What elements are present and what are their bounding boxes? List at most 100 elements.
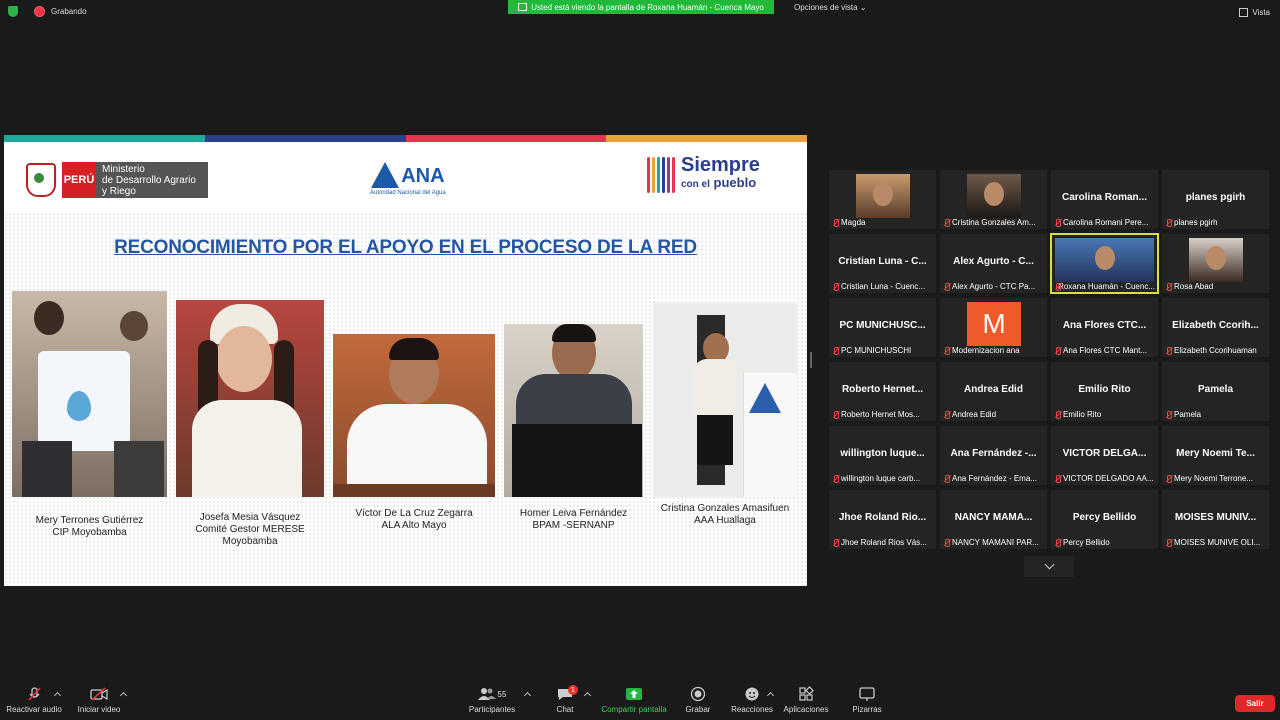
mic-muted-icon [944, 346, 950, 355]
participant-tile[interactable]: Roberto Hernet... Roberto Hernet Mos... [829, 362, 936, 421]
participant-name-label: Roberto Hernet Mos... [833, 410, 933, 419]
participant-name-label: Andrea Edid [944, 410, 1044, 419]
recording-indicator[interactable]: Grabando [8, 6, 87, 17]
color-stripes [4, 135, 807, 142]
participant-tile[interactable]: Alex Agurto - C... Alex Agurto - CTC Pa..… [940, 234, 1047, 293]
participant-display-name: Percy Bellido [1072, 512, 1137, 523]
gallery-next-page-button[interactable] [1024, 556, 1074, 577]
participant-tile[interactable]: Jhoe Roland Rio... Jhoe Roland Rios Vás..… [829, 490, 936, 549]
participant-name-text: willington luque carb... [841, 474, 921, 483]
peru-ministry-logo: PERÚ Ministerio de Desarrollo Agrario y … [26, 162, 208, 198]
participant-name-text: Roxana Huamán - Cuenc... [1058, 282, 1155, 291]
siempre-logo: Siempre con el pueblo [647, 155, 760, 194]
ana-triangle-icon [371, 162, 400, 188]
participant-display-name: PC MUNICHUSC... [839, 320, 926, 331]
chat-options-caret[interactable] [583, 691, 592, 700]
participants-icon [477, 688, 496, 700]
participant-name-text: Cristina Gonzales Am... [952, 218, 1036, 227]
participant-tile[interactable]: Rosa Abad [1162, 234, 1269, 293]
start-video-button[interactable]: Iniciar video [72, 685, 126, 714]
record-dot-icon [34, 6, 45, 17]
participant-name-label: Cristina Gonzales Am... [944, 218, 1044, 227]
slogan-line-2b: pueblo [713, 175, 757, 190]
participant-name-text: Magda [841, 218, 866, 227]
smiley-icon [745, 687, 759, 701]
participants-button[interactable]: 55 Participantes [466, 685, 518, 714]
reactions-button[interactable]: Reacciones [729, 685, 775, 714]
mic-muted-icon [833, 218, 839, 227]
whiteboard-icon [859, 687, 875, 701]
photo-homer-leiva [504, 324, 643, 497]
leave-button[interactable]: Salir [1235, 695, 1275, 712]
view-button[interactable]: Vista [1239, 8, 1270, 17]
participant-tile[interactable]: Ana Fernández -... Ana Fernández - Ema... [940, 426, 1047, 485]
participant-tile[interactable]: Emilio Rito Emilio Rito [1051, 362, 1158, 421]
mic-muted-icon [1166, 474, 1172, 483]
photo-cristina-gonzales [653, 303, 797, 497]
unmute-button[interactable]: Reactivar audio [4, 685, 64, 714]
participant-name-label: Modernizacion ana [944, 346, 1044, 355]
participant-name-text: NANCY MAMANI PAR... [952, 538, 1039, 547]
mic-muted-icon [944, 538, 950, 547]
apps-button[interactable]: Aplicaciones [782, 685, 830, 714]
panel-splitter[interactable] [810, 352, 812, 368]
participant-tile[interactable]: Cristian Luna - C... Cristian Luna - Cuen… [829, 234, 936, 293]
participant-name-label: MOISES MUNIVE OLI... [1166, 538, 1266, 547]
participant-name-text: Percy Bellido [1063, 538, 1110, 547]
participant-tile[interactable]: PC MUNICHUSC... PC MUNICHUSCHI [829, 298, 936, 357]
participant-name-label: Rosa Abad [1166, 282, 1266, 291]
viewing-banner: Usted está viendo la pantalla de Roxana … [508, 0, 774, 14]
participant-video [967, 174, 1021, 218]
participant-name-label: Ana Fernández - Ema... [944, 474, 1044, 483]
participant-name-label: Cristian Luna - Cuenc... [833, 282, 933, 291]
participant-tile[interactable]: Magda [829, 170, 936, 229]
viewing-banner-text: Usted está viendo la pantalla de Roxana … [531, 2, 764, 12]
participant-name-text: Andrea Edid [952, 410, 997, 419]
chat-badge: 1 [568, 685, 578, 695]
participant-tile[interactable]: NANCY MAMA... NANCY MAMANI PAR... [940, 490, 1047, 549]
participant-tile[interactable]: M Modernizacion ana [940, 298, 1047, 357]
record-button[interactable]: Grabar [682, 685, 714, 714]
view-options-button[interactable]: Opciones de vista ⌄ [794, 3, 867, 12]
participant-tile[interactable]: VICTOR DELGA... VICTOR DELGADO AA... [1051, 426, 1158, 485]
participant-name-label: Mery Noemi Terrone... [1166, 474, 1266, 483]
mic-muted-icon [1055, 410, 1061, 419]
participant-tile[interactable]: Pamela Pamela [1162, 362, 1269, 421]
participant-tile[interactable]: Cristina Gonzales Am... [940, 170, 1047, 229]
participant-display-name: Pamela [1197, 384, 1234, 395]
ana-name: ANA [401, 165, 445, 187]
participant-display-name: Ana Flores CTC... [1062, 320, 1147, 331]
participant-tile[interactable]: planes pgirh planes pgirh [1162, 170, 1269, 229]
peru-tag: PERÚ [62, 162, 96, 198]
ana-logo: ANA Autoridad Nacional del Agua [370, 162, 446, 196]
participant-name-text: Emilio Rito [1063, 410, 1102, 419]
participant-tile[interactable]: Elizabeth Ccorih... Elizabeth Ccorihuaman [1162, 298, 1269, 357]
participant-head [873, 182, 893, 206]
participant-tile[interactable]: Percy Bellido Percy Bellido [1051, 490, 1158, 549]
participant-name-text: Ana Fernández - Ema... [952, 474, 1037, 483]
chat-button[interactable]: 1 Chat [550, 685, 580, 714]
participant-tile[interactable]: Ana Flores CTC... Ana Flores CTC Mant... [1051, 298, 1158, 357]
participant-tile[interactable]: MOISES MUNIV... MOISES MUNIVE OLI... [1162, 490, 1269, 549]
participant-name-text: Alex Agurto - CTC Pa... [952, 282, 1036, 291]
participant-tile[interactable]: Roxana Huamán - Cuenc... [1050, 233, 1159, 294]
participant-name-label: Emilio Rito [1055, 410, 1155, 419]
participant-tile[interactable]: willington luque... willington luque carb… [829, 426, 936, 485]
caption-victor-de-la-cruz: Víctor De La Cruz Zegarra ALA Alto Mayo [333, 508, 495, 532]
whiteboards-button[interactable]: Pizarras [848, 685, 886, 714]
participant-tile[interactable]: Carolina Roman... Carolina Romani Pere... [1051, 170, 1158, 229]
participant-display-name: Alex Agurto - C... [953, 256, 1034, 267]
participant-name-text: Carolina Romani Pere... [1063, 218, 1149, 227]
chevron-down-icon: ⌄ [859, 3, 867, 12]
participants-options-caret[interactable] [523, 691, 532, 700]
share-screen-label: Compartir pantalla [601, 705, 667, 714]
share-screen-button[interactable]: Compartir pantalla [598, 685, 670, 714]
ministry-line: y Riego [102, 185, 136, 197]
mic-muted-icon [1055, 346, 1061, 355]
participant-display-name: Cristian Luna - C... [838, 256, 927, 267]
screen-share-icon [518, 3, 528, 11]
mic-muted-icon [833, 282, 839, 291]
participant-tile[interactable]: Mery Noemi Te... Mery Noemi Terrone... [1162, 426, 1269, 485]
reactions-label: Reacciones [731, 705, 773, 714]
participant-tile[interactable]: Andrea Edid Andrea Edid [940, 362, 1047, 421]
